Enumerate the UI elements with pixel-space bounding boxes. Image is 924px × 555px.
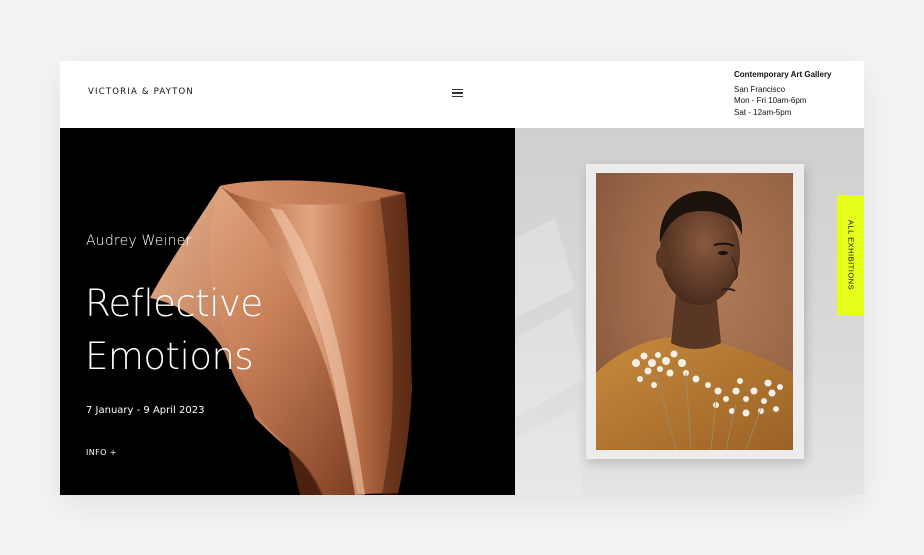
- site-header: VICTORIA & PAYTON Contemporary Art Galle…: [60, 61, 864, 128]
- artist-name: Audrey Weiner: [86, 233, 192, 249]
- site-logo[interactable]: VICTORIA & PAYTON: [88, 87, 194, 97]
- exhibition-title-line1: Reflective: [85, 282, 263, 325]
- hero-panel: Audrey Weiner Reflective Emotions 7 Janu…: [60, 128, 515, 495]
- website-frame: VICTORIA & PAYTON Contemporary Art Galle…: [60, 61, 864, 495]
- hours-weekday: Mon - Fri 10am-6pm: [734, 96, 807, 105]
- artwork-frame: [586, 164, 804, 459]
- info-link[interactable]: INFO +: [86, 448, 117, 457]
- portrait-photo: [596, 173, 793, 450]
- portrait-figure: [596, 191, 793, 450]
- exhibition-title: Reflective Emotions: [85, 277, 263, 383]
- gallery-city: San Francisco: [734, 84, 786, 94]
- all-exhibitions-label: ALL EXHIBITIONS: [846, 219, 855, 291]
- page-background: VICTORIA & PAYTON Contemporary Art Galle…: [0, 0, 924, 555]
- hamburger-icon[interactable]: [451, 87, 465, 99]
- exhibition-dates: 7 January - 9 April 2023: [86, 405, 205, 416]
- gallery-info: Contemporary Art Gallery San Francisco M…: [734, 69, 832, 118]
- exhibition-title-line2: Emotions: [85, 335, 254, 378]
- gallery-name: Contemporary Art Gallery: [734, 70, 832, 79]
- artwork-panel: ALL EXHIBITIONS: [515, 128, 864, 495]
- all-exhibitions-tab[interactable]: ALL EXHIBITIONS: [837, 195, 864, 315]
- hours-weekend: Sat - 12am-5pm: [734, 107, 792, 117]
